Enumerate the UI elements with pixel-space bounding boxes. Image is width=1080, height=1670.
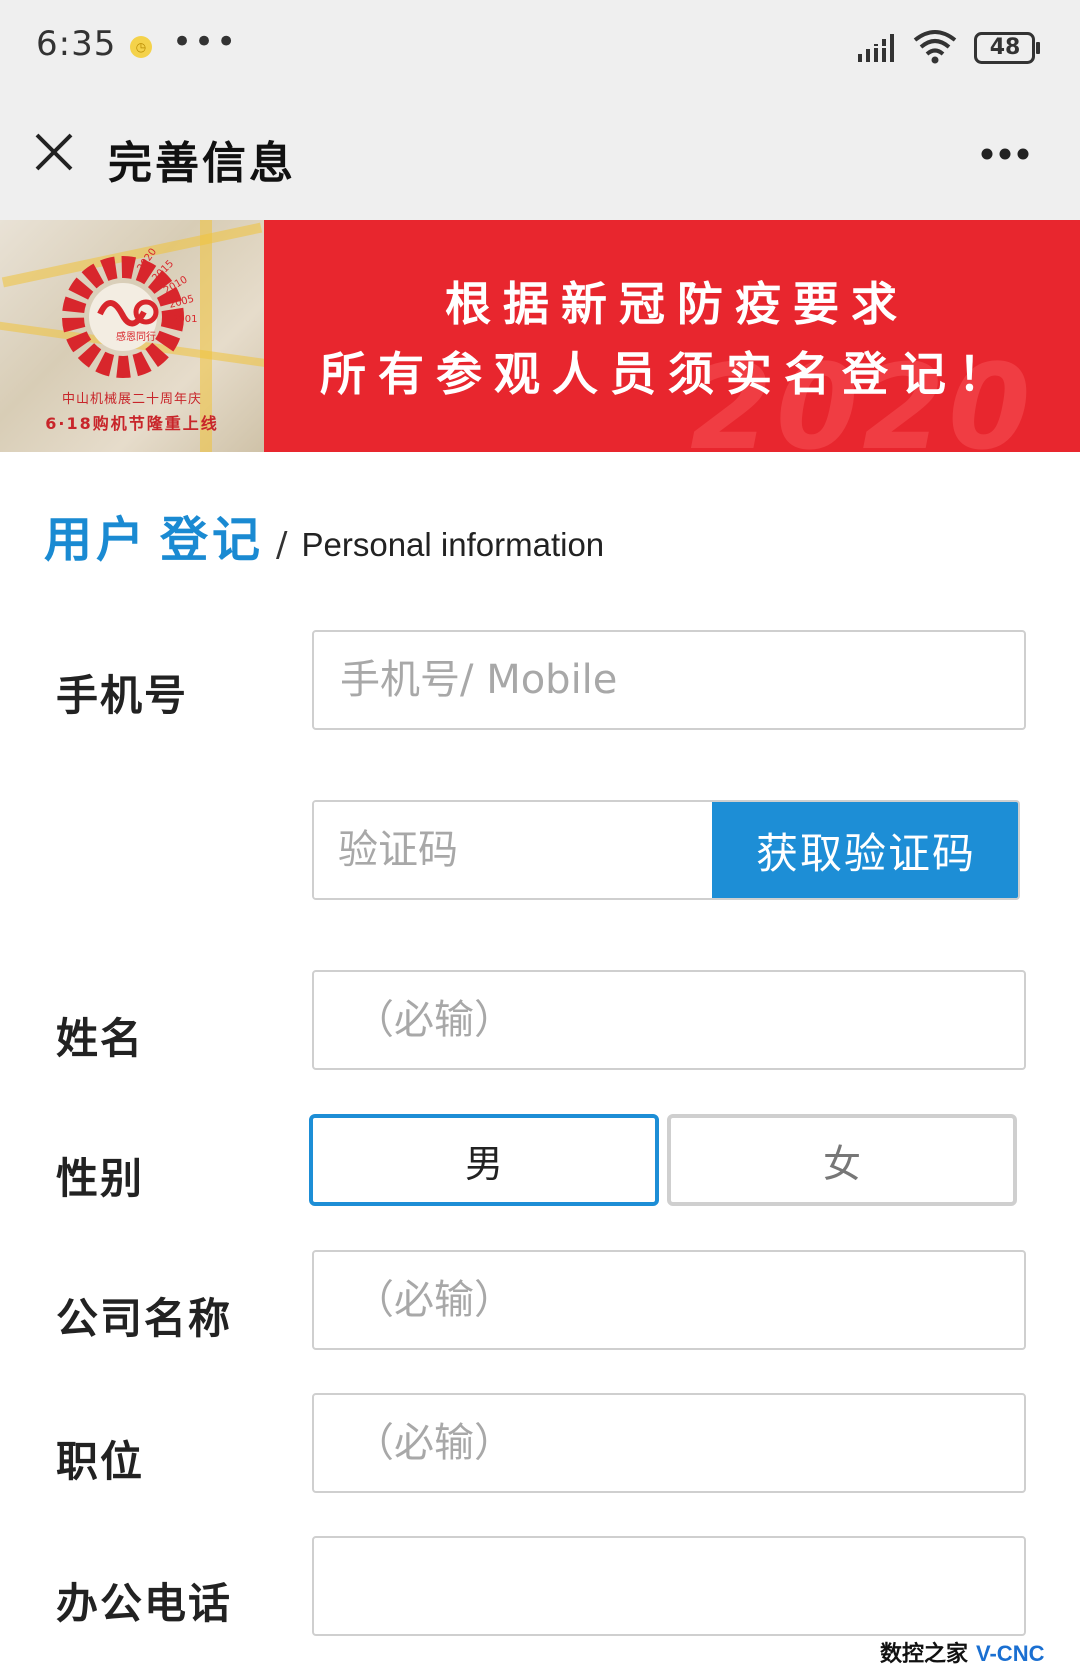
section-title-cn-register: 登记 <box>160 512 265 568</box>
get-code-button[interactable]: 获取验证码 <box>712 802 1018 898</box>
banner-logo-panel: 感恩同行 2020 2015 2010 2005 2001 中山机械展二十周年庆… <box>0 220 264 452</box>
office-phone-label: 办公电话 <box>56 1579 233 1628</box>
section-title-cn-user: 用户 <box>44 512 149 568</box>
position-label: 职位 <box>56 1437 145 1486</box>
logo-slogan: 6·18购机节隆重上线 <box>45 414 219 433</box>
status-bar: 6:35 ◷ ••• 48 <box>0 0 1080 95</box>
gender-female-button[interactable]: 女 <box>667 1114 1017 1206</box>
logo-year-2020: 2020 <box>135 247 159 274</box>
watermark-en: V-CNC <box>976 1641 1045 1666</box>
section-title-separator: / <box>276 525 288 565</box>
banner-notice-line-2: 所有参观人员须实名登记！ <box>320 347 1016 401</box>
section-title: 用户 登记 / Personal information <box>44 500 604 568</box>
notice-banner: 感恩同行 2020 2015 2010 2005 2001 中山机械展二十周年庆… <box>0 220 1080 452</box>
office-phone-input[interactable] <box>312 1536 1026 1636</box>
battery-level: 48 <box>989 35 1021 60</box>
close-icon[interactable] <box>34 132 74 172</box>
status-time: 6:35 <box>36 24 117 64</box>
site-watermark: 数控之家 V-CNC <box>880 1636 1044 1668</box>
logo-year-2001: 2001 <box>172 314 197 325</box>
nav-bar: 完善信息 <box>0 95 1080 220</box>
gender-label: 性别 <box>56 1154 145 1203</box>
mobile-label: 手机号 <box>56 671 189 720</box>
status-more-dots: ••• <box>172 22 239 62</box>
logo-caption: 中山机械展二十周年庆 <box>61 392 202 407</box>
verification-code-input[interactable] <box>314 802 710 898</box>
watermark-cn: 数控之家 <box>880 1642 969 1667</box>
mobile-input[interactable] <box>312 630 1026 730</box>
company-input[interactable] <box>312 1250 1026 1350</box>
verification-code-group: 获取验证码 <box>312 800 1020 900</box>
name-input[interactable] <box>312 970 1026 1070</box>
banner-notice-line-1: 根据新冠防疫要求 <box>445 277 909 331</box>
signal-icon <box>858 34 894 62</box>
company-label: 公司名称 <box>56 1294 233 1343</box>
expo-anniversary-logo: 感恩同行 2020 2015 2010 2005 2001 <box>62 247 197 378</box>
position-input[interactable] <box>312 1393 1026 1493</box>
app-notification-icon: ◷ <box>130 36 152 58</box>
page-title: 完善信息 <box>108 138 296 189</box>
more-icon[interactable] <box>980 147 1030 161</box>
wifi-icon <box>913 30 957 64</box>
gender-male-button[interactable]: 男 <box>309 1114 659 1206</box>
name-label: 姓名 <box>56 1014 145 1063</box>
logo-motto: 感恩同行 <box>116 330 156 343</box>
section-title-en: Personal information <box>301 526 605 563</box>
